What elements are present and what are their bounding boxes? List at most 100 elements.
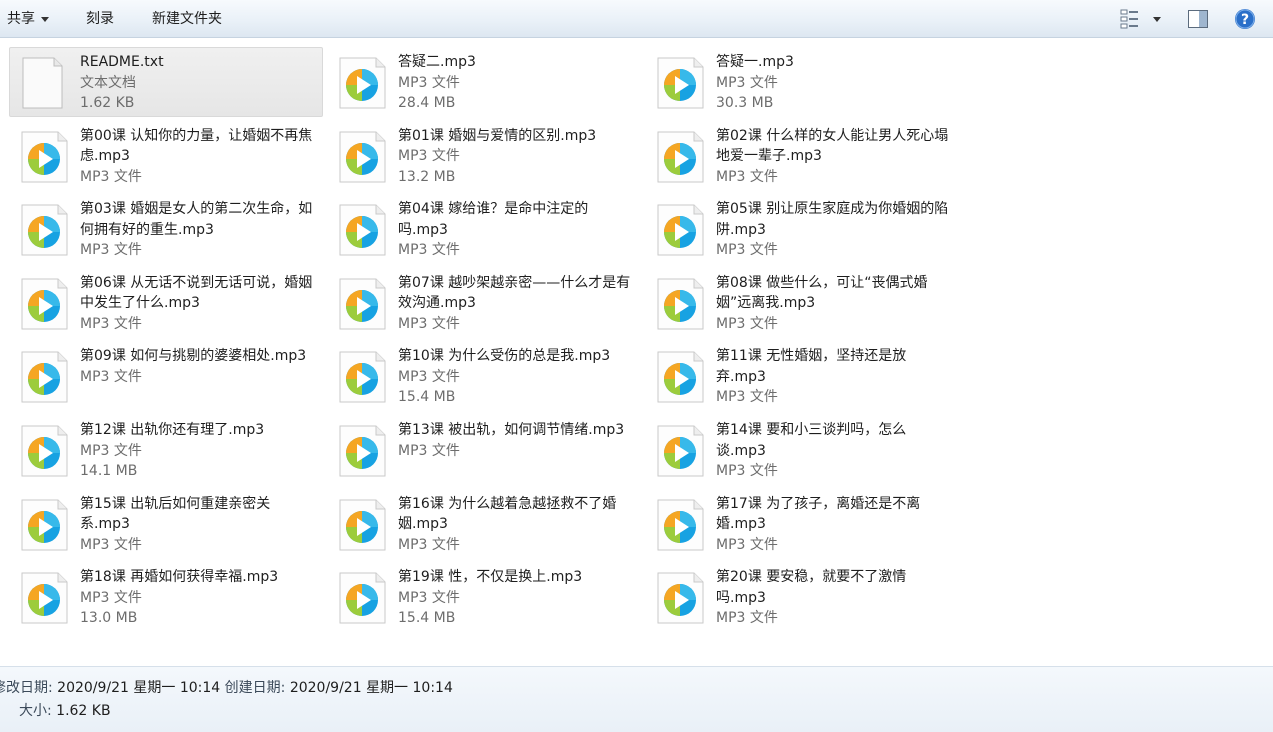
file-size: 14.1 MB [80, 463, 138, 479]
details-pane: 修改日期: 2020/9/21 星期一 10:14 创建日期: 2020/9/2… [0, 666, 1273, 732]
file-item[interactable]: 第00课 认知你的力量，让婚姻不再焦虑.mp3 MP3 文件 [9, 121, 323, 191]
file-type: MP3 文件 [398, 442, 460, 459]
file-item[interactable]: 第11课 无性婚姻，坚持还是放弃.mp3 MP3 文件 [645, 341, 959, 411]
media-play-icon [338, 351, 386, 403]
media-play-icon [338, 572, 386, 624]
file-text-block: 第04课 嫁给谁？是命中注定的吗.mp3 MP3 文件 [398, 199, 638, 261]
file-name: 第18课 再婚如何获得幸福.mp3 [80, 569, 279, 586]
file-name: 第08课 做些什么，可让“丧偶式婚姻”远离我.mp3 [716, 274, 928, 312]
file-item[interactable]: 第05课 别让原生家庭成为你婚姻的陷阱.mp3 MP3 文件 [645, 194, 959, 264]
details-dates-row: 修改日期: 2020/9/21 星期一 10:14 创建日期: 2020/9/2… [0, 677, 453, 697]
file-item[interactable]: 第17课 为了孩子，离婚还是不离婚.mp3 MP3 文件 [645, 489, 959, 559]
file-item[interactable]: 第13课 被出轨，如何调节情绪.mp3 MP3 文件 [327, 415, 641, 485]
file-text-block: 第17课 为了孩子，离婚还是不离婚.mp3 MP3 文件 [716, 494, 956, 556]
file-type: MP3 文件 [716, 463, 778, 479]
file-text-block: 第07课 越吵架越亲密——什么才是有效沟通.mp3 MP3 文件 [398, 273, 638, 335]
file-type: MP3 文件 [716, 389, 778, 406]
file-name: 第15课 出轨后如何重建亲密关系.mp3 [80, 495, 271, 533]
file-item[interactable]: 第16课 为什么越着急越拯救不了婚姻.mp3 MP3 文件 [327, 489, 641, 559]
file-text-block: 第08课 做些什么，可让“丧偶式婚姻”远离我.mp3 MP3 文件 [716, 273, 956, 335]
file-type: MP3 文件 [80, 168, 142, 185]
media-play-icon [656, 499, 704, 551]
file-item[interactable]: 第03课 婚姻是女人的第二次生命，如何拥有好的重生.mp3 MP3 文件 [9, 194, 323, 264]
file-name: 第03课 婚姻是女人的第二次生命，如何拥有好的重生.mp3 [80, 201, 313, 238]
file-name: 第07课 越吵架越亲密——什么才是有效沟通.mp3 [398, 274, 631, 312]
text-file-icon [18, 57, 66, 109]
file-name: 第01课 婚姻与爱情的区别.mp3 [398, 127, 597, 144]
file-name: 第02课 什么样的女人能让男人死心塌地爱一辈子.mp3 [716, 127, 949, 165]
media-play-icon [656, 572, 704, 624]
file-item[interactable]: 第19课 性，不仅是换上.mp3 MP3 文件 15.4 MB [327, 562, 641, 632]
file-type: MP3 文件 [80, 536, 142, 553]
chevron-down-icon [41, 16, 49, 22]
file-name: 第20课 要安稳，就要不了激情吗.mp3 [716, 569, 907, 606]
media-play-icon [338, 425, 386, 477]
file-type: MP3 文件 [80, 589, 142, 606]
file-type: MP3 文件 [398, 242, 460, 259]
media-play-icon [20, 278, 68, 330]
media-play-icon [656, 131, 704, 183]
file-item[interactable]: 第07课 越吵架越亲密——什么才是有效沟通.mp3 MP3 文件 [327, 268, 641, 338]
file-item[interactable]: 答疑二.mp3 MP3 文件 28.4 MB [327, 47, 641, 117]
file-type: MP3 文件 [398, 315, 460, 332]
file-text-block: 第01课 婚姻与爱情的区别.mp3 MP3 文件 13.2 MB [398, 126, 638, 188]
size-label: 大小: [19, 703, 52, 719]
file-text-block: 第00课 认知你的力量，让婚姻不再焦虑.mp3 MP3 文件 [80, 126, 320, 188]
file-list-view[interactable]: README.txt 文本文档 1.62 KB 答疑二.mp3 MP3 文件 28.4 … [0, 39, 1273, 666]
created-label: 创建日期: [224, 680, 286, 696]
file-type: MP3 文件 [398, 536, 460, 553]
file-item[interactable]: 第14课 要和小三谈判吗，怎么谈.mp3 MP3 文件 [645, 415, 959, 485]
file-item[interactable]: 第12课 出轨你还有理了.mp3 MP3 文件 14.1 MB [9, 415, 323, 485]
file-type: MP3 文件 [80, 315, 142, 332]
media-play-icon [656, 425, 704, 477]
file-type: MP3 文件 [716, 168, 778, 185]
file-text-block: 第19课 性，不仅是换上.mp3 MP3 文件 15.4 MB [398, 567, 638, 629]
file-item[interactable]: 第08课 做些什么，可让“丧偶式婚姻”远离我.mp3 MP3 文件 [645, 268, 959, 338]
file-name: 第14课 要和小三谈判吗，怎么谈.mp3 [716, 422, 907, 459]
media-play-icon [20, 204, 68, 256]
file-text-block: 第06课 从无话不说到无话可说，婚姻中发生了什么.mp3 MP3 文件 [80, 273, 320, 335]
file-size: 15.4 MB [398, 389, 456, 406]
file-name: 第06课 从无话不说到无话可说，婚姻中发生了什么.mp3 [80, 274, 313, 312]
burn-button[interactable]: 刻录 [86, 9, 114, 29]
file-item[interactable]: README.txt 文本文档 1.62 KB [9, 47, 323, 117]
file-item[interactable]: 第18课 再婚如何获得幸福.mp3 MP3 文件 13.0 MB [9, 562, 323, 632]
file-item[interactable]: 第06课 从无话不说到无话可说，婚姻中发生了什么.mp3 MP3 文件 [9, 268, 323, 338]
file-type: MP3 文件 [716, 536, 778, 553]
media-play-icon [20, 351, 68, 403]
burn-label: 刻录 [86, 11, 114, 27]
file-text-block: 第15课 出轨后如何重建亲密关系.mp3 MP3 文件 [80, 494, 320, 556]
file-type: MP3 文件 [398, 148, 460, 165]
file-name: 答疑一.mp3 [716, 54, 794, 70]
file-item[interactable]: 第20课 要安稳，就要不了激情吗.mp3 MP3 文件 [645, 562, 959, 632]
file-type: MP3 文件 [716, 315, 778, 332]
file-name: 答疑二.mp3 [398, 54, 476, 70]
file-name: 第05课 别让原生家庭成为你婚姻的陷阱.mp3 [716, 201, 949, 238]
file-item[interactable]: 第15课 出轨后如何重建亲密关系.mp3 MP3 文件 [9, 489, 323, 559]
file-item[interactable]: 第01课 婚姻与爱情的区别.mp3 MP3 文件 13.2 MB [327, 121, 641, 191]
file-item[interactable]: 第09课 如何与挑剔的婆婆相处.mp3 MP3 文件 [9, 341, 323, 411]
file-item[interactable]: 第04课 嫁给谁？是命中注定的吗.mp3 MP3 文件 [327, 194, 641, 264]
media-play-icon [338, 499, 386, 551]
view-options-icon[interactable] [1120, 8, 1164, 34]
file-name: README.txt [80, 54, 164, 70]
media-play-icon [338, 131, 386, 183]
file-text-block: 第02课 什么样的女人能让男人死心塌地爱一辈子.mp3 MP3 文件 [716, 126, 956, 188]
file-item[interactable]: 第02课 什么样的女人能让男人死心塌地爱一辈子.mp3 MP3 文件 [645, 121, 959, 191]
file-size: 13.0 MB [80, 610, 138, 627]
file-size: 28.4 MB [398, 95, 456, 111]
file-text-block: 第05课 别让原生家庭成为你婚姻的陷阱.mp3 MP3 文件 [716, 199, 956, 261]
media-play-icon [20, 572, 68, 624]
help-icon[interactable]: ? [1234, 8, 1256, 34]
file-text-block: 第09课 如何与挑剔的婆婆相处.mp3 MP3 文件 [80, 346, 320, 387]
svg-text:?: ? [1241, 12, 1249, 28]
file-item[interactable]: 第10课 为什么受伤的总是我.mp3 MP3 文件 15.4 MB [327, 341, 641, 411]
file-name: 第12课 出轨你还有理了.mp3 [80, 422, 265, 438]
file-name: 第04课 嫁给谁？是命中注定的吗.mp3 [398, 201, 589, 238]
file-text-block: 第11课 无性婚姻，坚持还是放弃.mp3 MP3 文件 [716, 346, 956, 408]
share-button[interactable]: 共享 [7, 9, 49, 29]
new-folder-button[interactable]: 新建文件夹 [152, 9, 222, 29]
media-play-icon [656, 278, 704, 330]
preview-pane-icon[interactable] [1187, 8, 1209, 34]
file-item[interactable]: 答疑一.mp3 MP3 文件 30.3 MB [645, 47, 959, 117]
